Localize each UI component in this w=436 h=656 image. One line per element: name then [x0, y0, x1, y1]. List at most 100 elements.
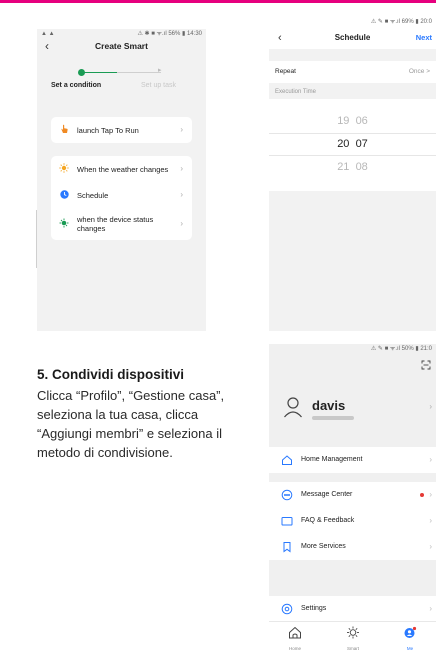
schedule-screen: ⚠ ✎ ■ ᯤ.ıl 69% ▮ 20:0 ‹ Schedule Next Re… — [269, 17, 436, 331]
time-row-prev[interactable]: 19 06 — [269, 115, 436, 127]
header: ‹ Schedule Next — [269, 27, 436, 49]
tab-label: Me — [406, 646, 414, 651]
next-button[interactable]: Next — [416, 33, 432, 42]
user-id-redacted — [312, 416, 354, 420]
user-card[interactable]: davis › — [269, 378, 436, 438]
conditions-card: When the weather changes › Schedule › wh… — [51, 156, 192, 240]
progress-dot-icon — [78, 69, 85, 76]
chevron-right-icon: › — [180, 125, 183, 134]
settings-icon — [281, 603, 293, 615]
page-title: Schedule — [334, 33, 371, 42]
status-right: ⚠ ✎ ■ ᯤ.ıl 50% ▮ 21:0 — [370, 346, 432, 352]
minute: 08 — [355, 161, 368, 173]
condition-item-tap-to-run[interactable]: launch Tap To Run › — [51, 117, 192, 143]
step-heading: 5. Condividi dispositivi — [37, 367, 185, 382]
menu-item-faq-feedback[interactable]: FAQ & Feedback › — [269, 508, 436, 534]
hand-tap-icon — [59, 124, 69, 136]
menu-label: More Services — [301, 543, 346, 550]
progress-line-done — [81, 72, 117, 73]
bookmark-icon — [281, 541, 293, 553]
user-name: davis — [312, 398, 346, 413]
create-smart-screen: ▲ ▲ ⚠ ✱ ■ ᯤ.ıl 56% ▮ 14:30 ‹ Create Smar… — [37, 29, 206, 331]
chevron-right-icon: › — [429, 604, 432, 613]
page-title: Create Smart — [95, 41, 148, 51]
chevron-right-icon: › — [180, 164, 183, 173]
tab-label: Smart — [346, 646, 359, 651]
time-row-next[interactable]: 21 08 — [269, 161, 436, 173]
faq-icon — [281, 515, 293, 527]
tab-bar: Home Smart Me — [269, 621, 436, 656]
menu-group-home: Home Management › — [269, 447, 436, 473]
scan-icon[interactable] — [421, 360, 431, 372]
status-bar: ⚠ ✎ ■ ᯤ.ıl 50% ▮ 21:0 — [269, 344, 436, 354]
menu-item-more-services[interactable]: More Services › — [269, 534, 436, 560]
message-icon — [281, 489, 293, 501]
step-progress: ▸ Set a condition Set up task — [37, 53, 206, 89]
item-label: When the weather changes — [77, 164, 169, 174]
time-picker[interactable]: 19 06 20 07 21 08 — [269, 99, 436, 191]
repeat-row[interactable]: Repeat Once > — [269, 61, 436, 83]
item-label: Schedule — [77, 190, 109, 200]
item-label: launch Tap To Run — [77, 125, 139, 135]
status-left: ▲ ▲ — [41, 31, 55, 37]
menu-label: Message Center — [301, 491, 353, 498]
home-tab-icon — [288, 626, 302, 643]
step-set-up-task: Set up task — [141, 82, 177, 89]
status-right: ⚠ ✎ ■ ᯤ.ıl 69% ▮ 20:0 — [370, 19, 432, 25]
progress-line-todo — [117, 72, 161, 73]
repeat-label: Repeat — [275, 68, 296, 75]
notification-badge — [420, 493, 424, 497]
hour: 21 — [337, 161, 350, 173]
tab-label: Home — [288, 646, 301, 651]
status-right: ⚠ ✱ ■ ᯤ.ıl 56% ▮ 14:30 — [137, 31, 202, 37]
menu-label: Settings — [301, 605, 327, 612]
chevron-right-icon: › — [180, 190, 183, 199]
condition-item-schedule[interactable]: Schedule › — [51, 182, 192, 208]
step-set-condition: Set a condition — [51, 82, 102, 89]
tab-home[interactable]: Home — [275, 626, 315, 651]
chevron-right-icon: › — [429, 542, 432, 551]
avatar-icon — [283, 396, 303, 418]
chevron-right-icon: › — [429, 402, 432, 411]
smart-tab-icon — [346, 626, 360, 643]
chevron-right-icon: › — [429, 516, 432, 525]
me-tab-icon — [403, 626, 417, 643]
condition-item-device-status[interactable]: when the device status changes › — [51, 208, 192, 240]
tab-me[interactable]: Me — [390, 626, 430, 651]
chevron-right-icon: › — [180, 219, 183, 228]
menu-group-settings: Settings › — [269, 596, 436, 622]
step-description: Clicca “Profilo”, “Gestione casa”, selez… — [37, 388, 225, 460]
hour: 19 — [337, 115, 350, 127]
minute: 06 — [355, 115, 368, 127]
picker-divider — [269, 155, 436, 156]
home-outline-icon — [281, 454, 293, 466]
profile-screen: ⚠ ✎ ■ ᯤ.ıl 50% ▮ 21:0 davis › Home Manag… — [269, 344, 436, 656]
sun-icon — [59, 163, 69, 175]
tap-to-run-card: launch Tap To Run › — [51, 117, 192, 143]
menu-label: FAQ & Feedback — [301, 517, 355, 524]
header: ‹ Create Smart — [37, 39, 206, 53]
menu-label: Home Management — [301, 456, 363, 463]
menu-item-home-management[interactable]: Home Management › — [269, 447, 436, 473]
chevron-left-icon[interactable]: ‹ — [45, 39, 49, 53]
condition-item-weather[interactable]: When the weather changes › — [51, 156, 192, 182]
status-bar: ▲ ▲ ⚠ ✱ ■ ᯤ.ıl 56% ▮ 14:30 — [37, 29, 206, 39]
minute: 07 — [355, 138, 368, 150]
device-icon — [59, 218, 69, 230]
picker-divider — [269, 133, 436, 134]
hour: 20 — [337, 138, 350, 150]
item-label: when the device status changes — [77, 215, 154, 233]
repeat-value: Once > — [408, 68, 430, 75]
menu-group-services: Message Center › FAQ & Feedback › More S… — [269, 482, 436, 560]
execution-time-label: Execution Time — [275, 89, 317, 95]
arrow-right-icon: ▸ — [158, 67, 162, 74]
top-accent-bar — [0, 0, 436, 3]
tab-smart[interactable]: Smart — [333, 626, 373, 651]
chevron-right-icon: › — [429, 490, 432, 499]
time-row-selected[interactable]: 20 07 — [269, 138, 436, 150]
chevron-right-icon: › — [429, 455, 432, 464]
menu-item-settings[interactable]: Settings › — [269, 596, 436, 622]
clock-icon — [59, 189, 69, 201]
menu-item-message-center[interactable]: Message Center › — [269, 482, 436, 508]
status-bar: ⚠ ✎ ■ ᯤ.ıl 69% ▮ 20:0 — [269, 17, 436, 27]
